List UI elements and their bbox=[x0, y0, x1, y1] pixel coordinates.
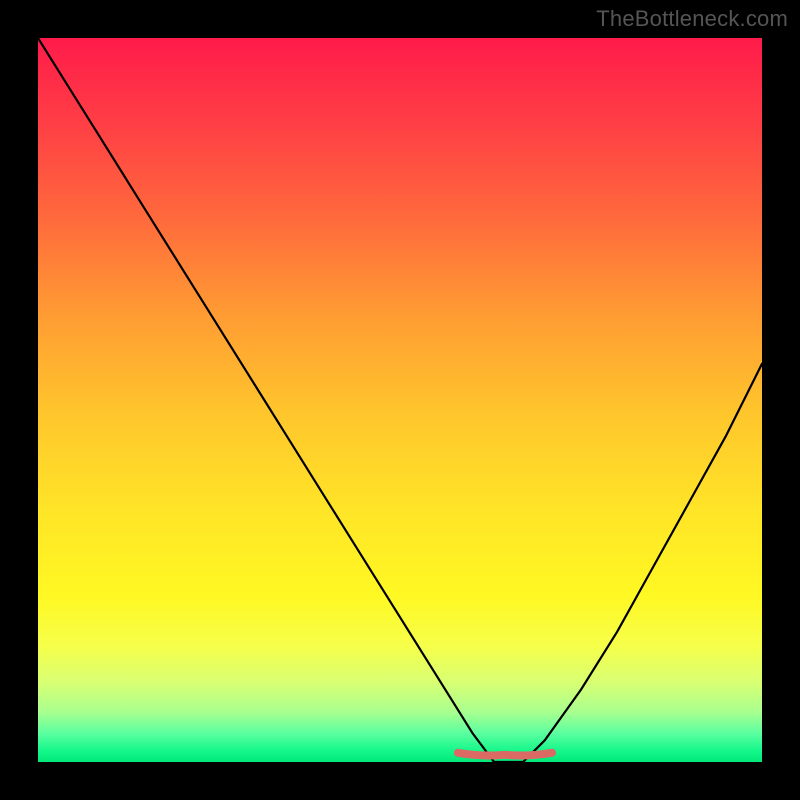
plot-area bbox=[38, 38, 762, 762]
bottleneck-curve bbox=[38, 38, 762, 762]
watermark-text: TheBottleneck.com bbox=[596, 6, 788, 32]
chart-overlay bbox=[38, 38, 762, 762]
chart-frame: TheBottleneck.com bbox=[0, 0, 800, 800]
optimal-range-marker bbox=[458, 753, 552, 756]
